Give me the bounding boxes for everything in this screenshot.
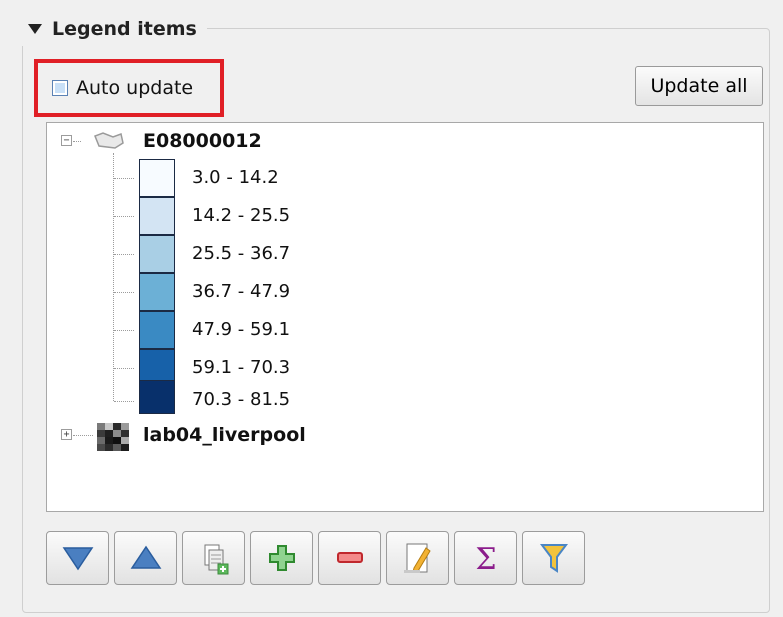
class-range-label[interactable]: 25.5 - 36.7 bbox=[192, 243, 290, 264]
class-range-label[interactable]: 47.9 - 59.1 bbox=[192, 319, 290, 340]
add-group-button[interactable] bbox=[182, 531, 245, 585]
class-range-label[interactable]: 59.1 - 70.3 bbox=[192, 357, 290, 378]
update-all-button[interactable]: Update all bbox=[635, 66, 763, 106]
legend-tree[interactable]: − E08000012 3.0 - 14.2 14.2 - 25.5 25.5 … bbox=[46, 122, 764, 512]
expand-expander-icon[interactable]: + bbox=[61, 429, 72, 440]
legend-items-title: Legend items bbox=[52, 18, 197, 40]
raster-layer-icon bbox=[95, 421, 129, 451]
count-features-button[interactable]: Σ bbox=[454, 531, 517, 585]
class-color-swatch bbox=[139, 311, 175, 349]
svg-text:Σ: Σ bbox=[475, 543, 496, 573]
legend-toolbar: Σ bbox=[46, 531, 585, 585]
collapse-arrow-icon[interactable] bbox=[28, 24, 42, 34]
filter-legend-button[interactable] bbox=[522, 531, 585, 585]
auto-update-label[interactable]: Auto update bbox=[76, 77, 193, 99]
auto-update-checkbox[interactable] bbox=[52, 80, 68, 96]
class-range-label[interactable]: 36.7 - 47.9 bbox=[192, 281, 290, 302]
class-color-swatch bbox=[139, 380, 175, 414]
class-range-label[interactable]: 3.0 - 14.2 bbox=[192, 167, 279, 188]
class-color-swatch bbox=[139, 273, 175, 311]
filter-icon bbox=[539, 544, 568, 573]
class-color-swatch bbox=[139, 159, 175, 197]
class-color-swatch bbox=[139, 235, 175, 273]
sigma-icon: Σ bbox=[475, 543, 496, 573]
layer-name[interactable]: lab04_liverpool bbox=[143, 424, 306, 446]
move-down-button[interactable] bbox=[46, 531, 109, 585]
class-color-swatch bbox=[139, 197, 175, 235]
polygon-layer-icon bbox=[94, 132, 124, 149]
class-range-label[interactable]: 70.3 - 81.5 bbox=[192, 389, 290, 410]
layer-name[interactable]: E08000012 bbox=[143, 130, 262, 152]
class-range-label[interactable]: 14.2 - 25.5 bbox=[192, 205, 290, 226]
collapse-expander-icon[interactable]: − bbox=[61, 135, 72, 146]
move-up-button[interactable] bbox=[114, 531, 177, 585]
minus-icon bbox=[336, 552, 363, 563]
triangle-up-icon bbox=[130, 545, 161, 569]
add-group-icon bbox=[204, 544, 228, 575]
edit-icon bbox=[403, 543, 431, 573]
legend-items-header[interactable]: Legend items bbox=[22, 12, 207, 46]
add-item-button[interactable] bbox=[250, 531, 313, 585]
remove-item-button[interactable] bbox=[318, 531, 381, 585]
triangle-down-icon bbox=[62, 547, 93, 571]
plus-icon bbox=[268, 545, 295, 571]
auto-update-highlight: Auto update bbox=[34, 59, 224, 117]
edit-item-button[interactable] bbox=[386, 531, 449, 585]
